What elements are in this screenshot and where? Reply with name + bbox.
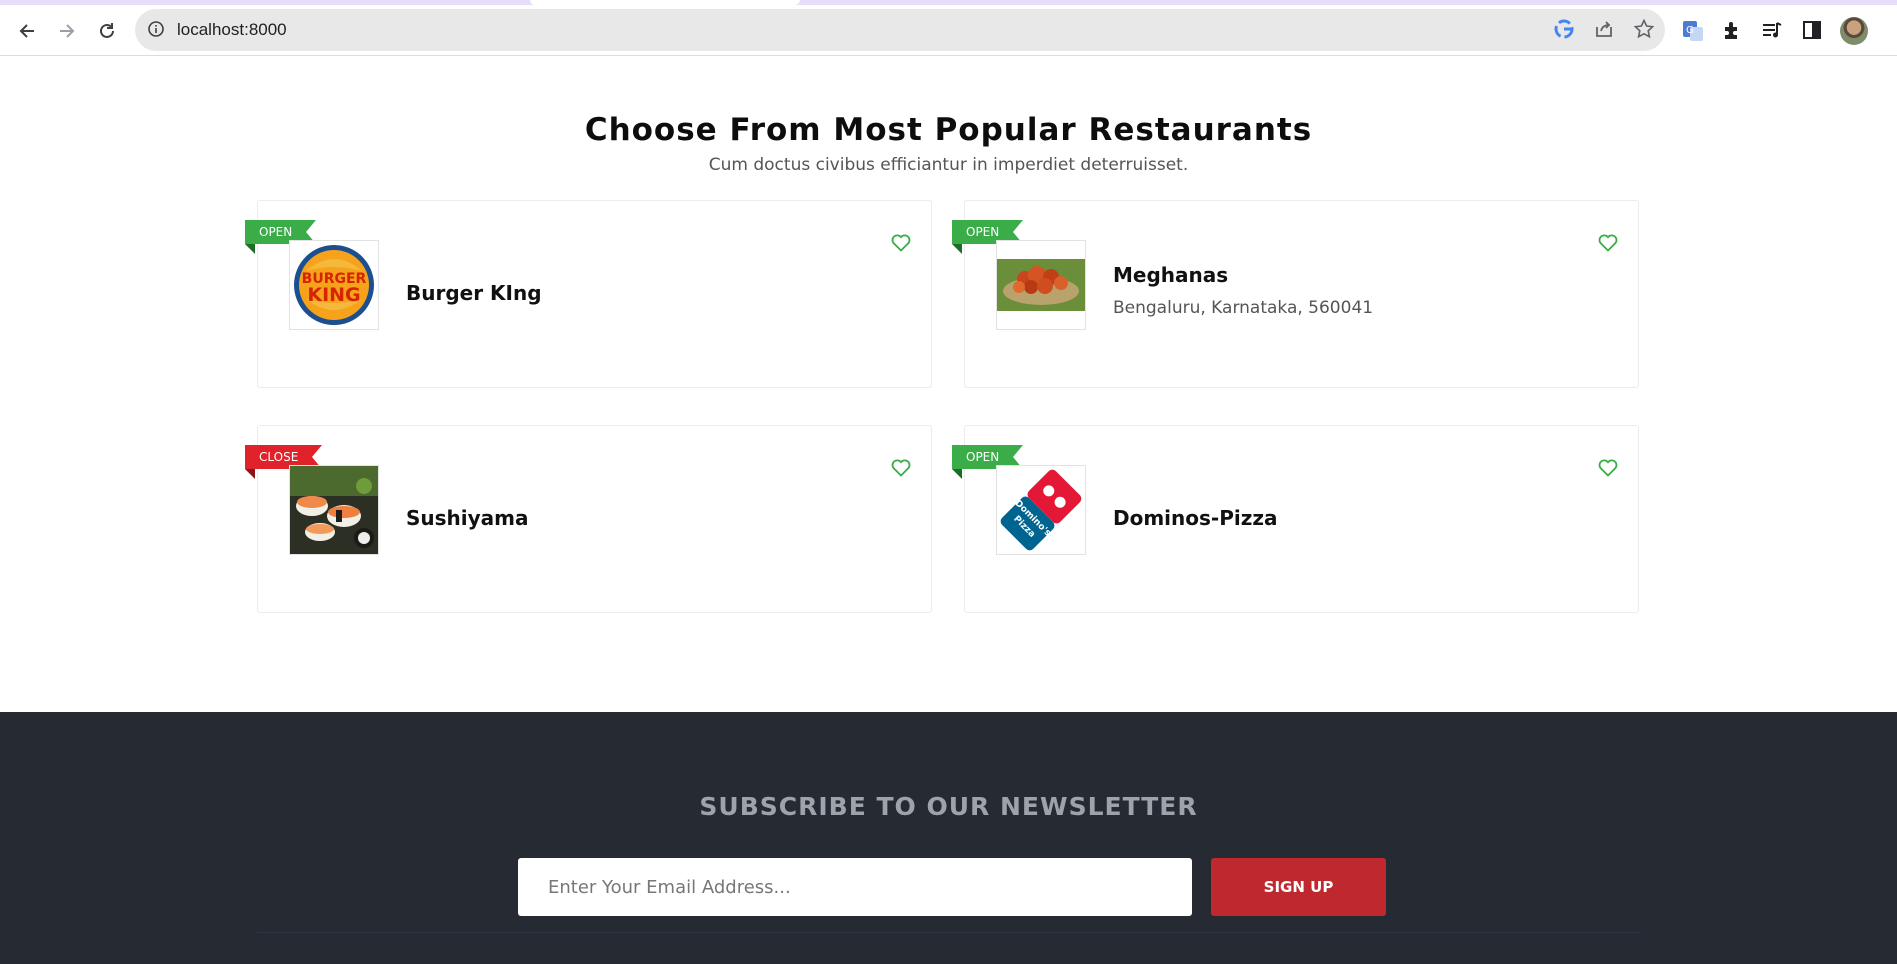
site-info-icon[interactable] [147,20,165,38]
browser-toolbar: localhost:8000 G [0,5,1897,56]
newsletter-title: SUBSCRIBE TO OUR NEWSLETTER [699,792,1198,821]
favorite-heart-icon[interactable] [1598,459,1618,477]
section-title: Choose From Most Popular Restaurants [584,112,1313,148]
reload-button[interactable] [91,15,123,47]
restaurant-name[interactable]: Sushiyama [406,506,529,530]
favorite-heart-icon[interactable] [891,234,911,252]
restaurant-logo: BURGER KING [289,240,379,330]
footer: SUBSCRIBE TO OUR NEWSLETTER SIGN UP [0,712,1897,964]
restaurant-name[interactable]: Burger KIng [406,281,542,305]
translate-extension-icon[interactable]: G [1681,19,1705,43]
burger-king-logo-line2: KING [307,284,360,306]
forward-button[interactable] [51,15,83,47]
restaurant-card[interactable]: OPEN Domino's Pizza Dominos-Pizza [952,425,1639,613]
sign-up-button[interactable]: SIGN UP [1211,858,1386,916]
bookmark-star-icon[interactable] [1633,18,1655,40]
media-control-icon[interactable] [1761,19,1783,41]
favorite-heart-icon[interactable] [1598,234,1618,252]
restaurant-card[interactable]: OPEN Meghanas Bengaluru, Karnataka, 5600… [952,200,1639,388]
restaurant-name[interactable]: Dominos-Pizza [1113,506,1278,530]
address-bar[interactable]: localhost:8000 [135,9,1665,51]
sushi-photo-icon [290,466,378,554]
profile-avatar[interactable] [1840,17,1868,45]
forward-arrow-icon [60,24,75,38]
restaurant-logo [996,240,1086,330]
google-icon[interactable] [1553,18,1575,40]
restaurant-name[interactable]: Meghanas [1113,263,1228,287]
burger-king-logo-icon: BURGER KING [294,245,374,325]
section-subtitle: Cum doctus civibus efficiantur in imperd… [708,155,1189,175]
url-text: localhost:8000 [177,20,287,39]
email-input[interactable] [518,858,1192,916]
restaurant-logo [289,465,379,555]
back-button[interactable] [11,15,43,47]
restaurant-card[interactable]: CLOSE Sushiyama [245,425,932,613]
dominos-logo-icon: Domino's Pizza [1000,469,1082,551]
footer-divider [257,932,1640,933]
share-icon[interactable] [1593,18,1615,40]
extensions-puzzle-icon[interactable] [1721,19,1743,41]
back-arrow-icon [19,24,34,38]
reload-icon [100,23,114,38]
restaurant-logo: Domino's Pizza [996,465,1086,555]
side-panel-icon[interactable] [1801,19,1823,41]
favorite-heart-icon[interactable] [891,459,911,477]
restaurant-card[interactable]: OPEN BURGER KING Burger KIng [245,200,932,388]
biryani-photo-icon [997,259,1085,311]
svg-text:G: G [1686,25,1694,36]
restaurant-address: Bengaluru, Karnataka, 560041 [1113,298,1374,318]
